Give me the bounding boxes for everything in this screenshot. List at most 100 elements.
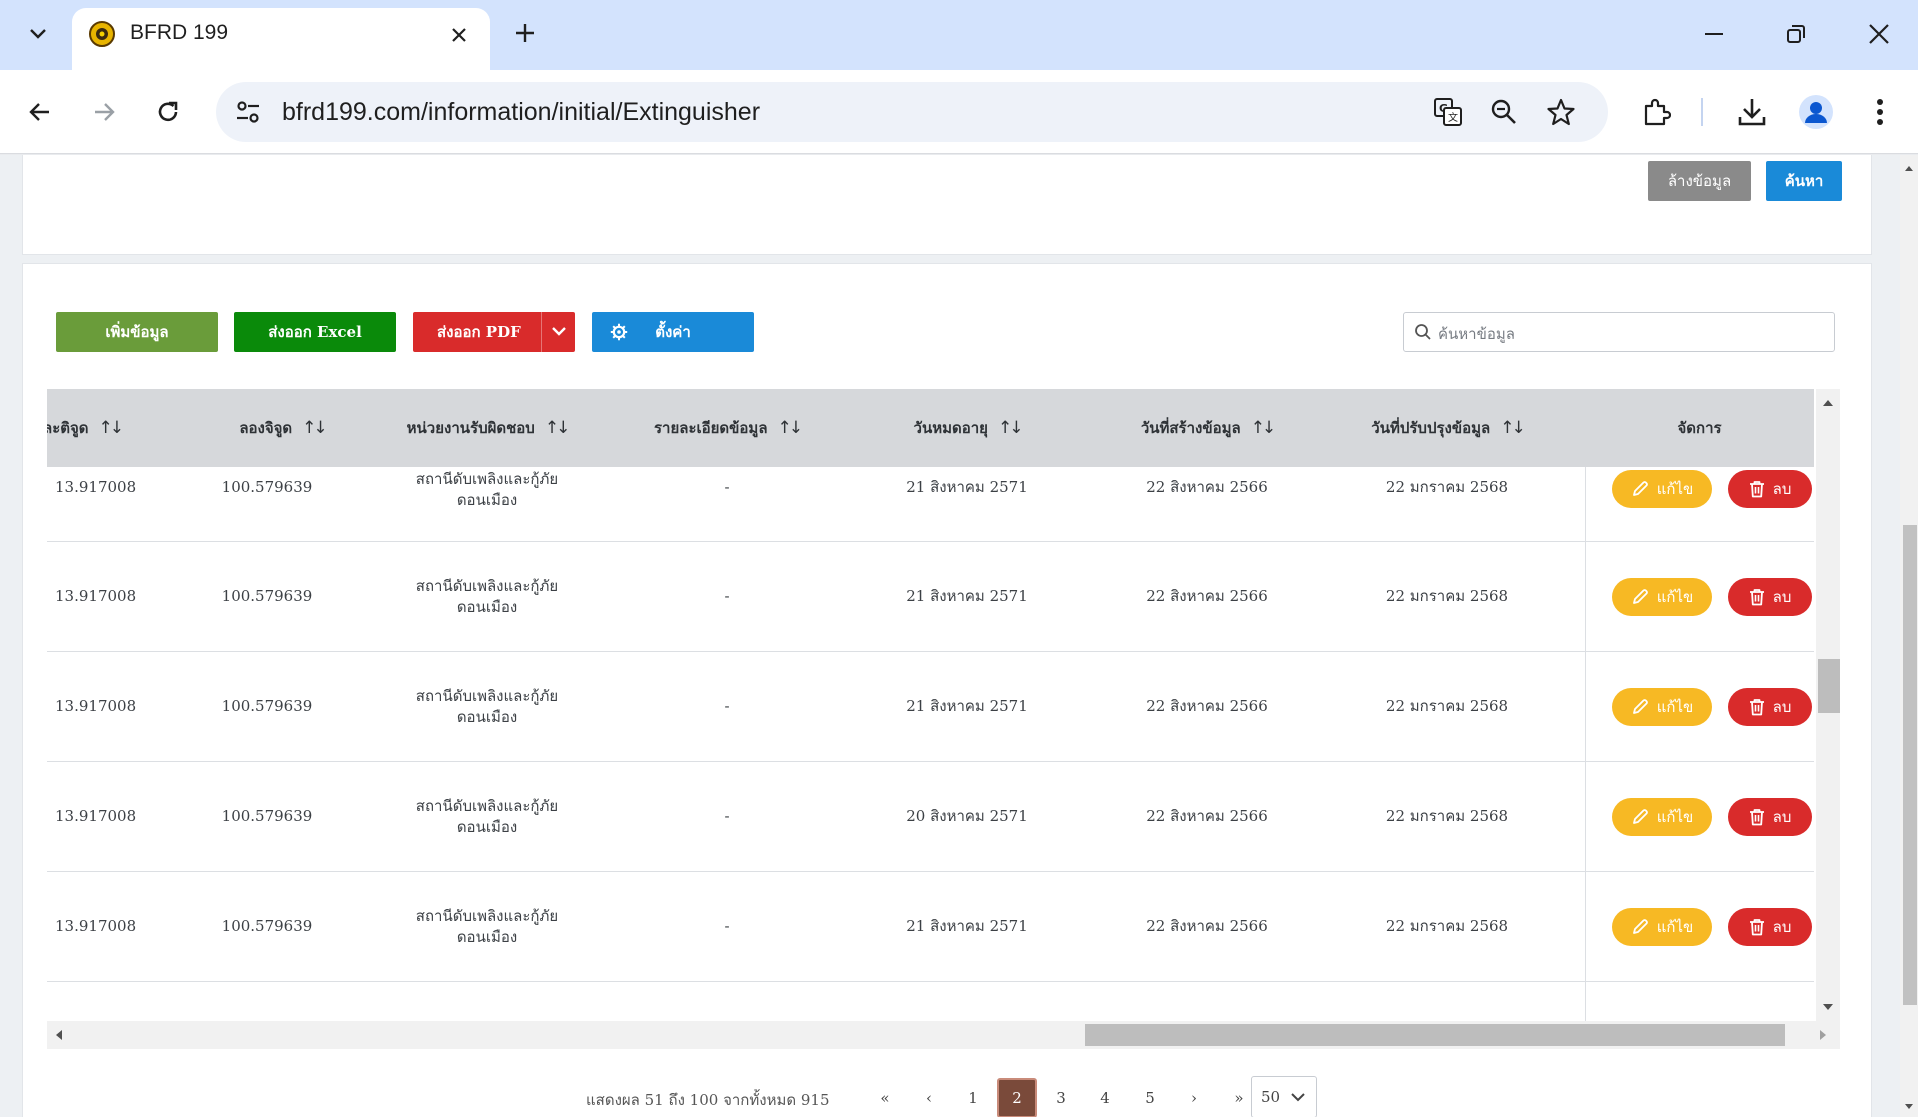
table-search-input[interactable]: ค้นหาข้อมูล — [1403, 312, 1835, 352]
delete-label: ลบ — [1772, 698, 1792, 716]
col-header-expire[interactable]: วันหมดอายุ ↑↓ — [847, 389, 1087, 467]
url-text[interactable]: bfrd199.com/information/initial/Extingui… — [282, 98, 760, 127]
clear-filter-button[interactable]: ล้างข้อมูล — [1648, 161, 1751, 201]
cell-agency-line1: สถานีดับเพลิงและกู้ภัย — [415, 470, 559, 488]
scroll-right-arrow-icon[interactable] — [1819, 1029, 1827, 1041]
cell-actions — [1585, 982, 1814, 1021]
trash-icon — [1749, 919, 1764, 936]
address-bar[interactable]: bfrd199.com/information/initial/Extingui… — [216, 82, 1608, 142]
sort-icon[interactable]: ↑↓ — [302, 418, 327, 438]
sort-icon[interactable]: ↑↓ — [1500, 418, 1525, 438]
delete-label: ลบ — [1772, 918, 1792, 936]
forward-icon[interactable] — [82, 90, 126, 134]
extensions-icon[interactable] — [1634, 90, 1678, 134]
download-icon[interactable] — [1730, 90, 1774, 134]
bookmark-star-icon[interactable] — [1543, 94, 1579, 130]
page-scroll-up-icon[interactable] — [1904, 165, 1914, 172]
table-row: 13.917008 100.579639 สถานีดับเพลิงและกู้ภั… — [47, 467, 1814, 542]
table-horizontal-scrollbar[interactable] — [47, 1021, 1840, 1049]
page-number-button[interactable]: 5 — [1130, 1078, 1170, 1117]
page-number-button[interactable]: 4 — [1085, 1078, 1125, 1117]
scroll-left-arrow-icon[interactable] — [55, 1029, 63, 1041]
zoom-icon[interactable] — [1486, 94, 1522, 130]
delete-button[interactable]: ลบ — [1728, 798, 1812, 836]
page-number-button-active[interactable]: 2 — [997, 1078, 1037, 1117]
search-button[interactable]: ค้นหา — [1766, 161, 1842, 201]
cell-agency: สถานีดับเพลิงและกู้ภัย ดอนเมือง — [367, 467, 607, 541]
close-window-icon[interactable] — [1857, 14, 1901, 54]
cell-expire-date: 20 สิงหาคม 2571 — [906, 807, 1028, 825]
cell-agency-line1: สถานีดับเพลิงและกู้ภัย — [415, 686, 559, 705]
sort-icon[interactable]: ↑↓ — [99, 418, 124, 438]
table-vertical-scrollbar-thumb[interactable] — [1818, 659, 1840, 713]
sort-icon[interactable]: ↑↓ — [1251, 418, 1276, 438]
back-icon[interactable] — [18, 90, 62, 134]
table-row: 13.917008 100.579639 สถานีดับเพลิงและกู้ภั… — [47, 652, 1814, 762]
col-header-longitude[interactable]: ลองจิจูด ↑↓ — [197, 389, 367, 467]
delete-label: ลบ — [1772, 588, 1792, 606]
table-horizontal-scrollbar-thumb[interactable] — [1085, 1024, 1785, 1046]
cell-longitude: 100.579639 — [221, 697, 313, 715]
page-number-button[interactable]: 1 — [953, 1078, 993, 1117]
col-header-latitude[interactable]: ละติจูด ↑↓ — [47, 389, 145, 467]
export-pdf-label: ส่งออก PDF — [437, 323, 521, 341]
col-header-created-label: วันที่สร้างข้อมูล — [1140, 419, 1241, 437]
tab-search-chevron-icon[interactable] — [18, 16, 58, 52]
cell-updated-date: 22 มกราคม 2568 — [1385, 587, 1509, 605]
new-tab-icon[interactable] — [508, 16, 542, 50]
col-header-updated[interactable]: วันที่ปรับปรุงข้อมูล ↑↓ — [1327, 389, 1567, 467]
delete-button[interactable]: ลบ — [1728, 908, 1812, 946]
delete-button[interactable]: ลบ — [1728, 470, 1812, 508]
page-first-button[interactable]: « — [865, 1078, 905, 1117]
cell-latitude: 13.917008 — [55, 697, 137, 715]
edit-button[interactable]: แก้ไข — [1612, 470, 1712, 508]
cell-detail: - — [724, 697, 730, 715]
col-header-detail[interactable]: รายละเอียดข้อมูล ↑↓ — [607, 389, 847, 467]
sort-icon[interactable]: ↑↓ — [998, 418, 1023, 438]
page-prev-button[interactable]: ‹ — [909, 1078, 949, 1117]
sort-icon[interactable]: ↑↓ — [545, 418, 570, 438]
page-number-button[interactable]: 3 — [1041, 1078, 1081, 1117]
delete-button[interactable]: ลบ — [1728, 688, 1812, 726]
browser-tab[interactable]: BFRD 199 — [72, 8, 490, 70]
table-row: 13.917008 100.579639 สถานีดับเพลิงและกู้ภั… — [47, 762, 1814, 872]
settings-button[interactable]: ตั้งค่า — [592, 312, 754, 352]
site-settings-icon[interactable] — [230, 94, 266, 130]
scroll-up-arrow-icon[interactable] — [1822, 399, 1834, 407]
reload-icon[interactable] — [146, 90, 190, 134]
export-pdf-button[interactable]: ส่งออก PDF — [413, 312, 575, 352]
translate-icon[interactable]: G文 — [1430, 94, 1466, 130]
cell-agency-line2: ดอนเมือง — [456, 817, 518, 836]
add-data-button[interactable]: เพิ่มข้อมูล — [56, 312, 218, 352]
scroll-down-arrow-icon[interactable] — [1822, 1003, 1834, 1011]
pagination-summary: แสดงผล 51 ถึง 100 จากทั้งหมด 915 — [586, 1091, 830, 1109]
cell-agency: สถานีดับเพลิงและกู้ภัย ดอนเมือง — [367, 542, 607, 651]
profile-avatar-icon[interactable] — [1794, 90, 1838, 134]
edit-button[interactable]: แก้ไข — [1612, 688, 1712, 726]
edit-button[interactable]: แก้ไข — [1612, 798, 1712, 836]
cell-created-date: 22 สิงหาคม 2566 — [1146, 807, 1268, 825]
delete-button[interactable]: ลบ — [1728, 578, 1812, 616]
export-excel-button[interactable]: ส่งออก Excel — [234, 312, 396, 352]
edit-button[interactable]: แก้ไข — [1612, 908, 1712, 946]
cell-updated-date: 22 มกราคม 2568 — [1385, 917, 1509, 935]
table-row-partial — [47, 982, 1814, 1021]
tab-close-icon[interactable] — [444, 20, 474, 50]
page-size-select[interactable]: 50 — [1251, 1076, 1317, 1117]
page-next-button[interactable]: › — [1174, 1078, 1214, 1117]
page-scroll-down-icon[interactable] — [1904, 1103, 1914, 1110]
edit-label: แก้ไข — [1656, 588, 1694, 606]
table-vertical-scrollbar[interactable] — [1816, 389, 1840, 1021]
browser-menu-icon[interactable] — [1858, 90, 1902, 134]
cell-agency-line2: ดอนเมือง — [456, 707, 518, 726]
minimize-icon[interactable] — [1692, 14, 1736, 54]
col-header-agency[interactable]: หน่วยงานรับผิดชอบ ↑↓ — [367, 389, 607, 467]
sort-icon[interactable]: ↑↓ — [778, 418, 803, 438]
page-vertical-scrollbar-thumb[interactable] — [1903, 525, 1917, 1005]
restore-icon[interactable] — [1774, 14, 1818, 54]
col-header-created[interactable]: วันที่สร้างข้อมูล ↑↓ — [1087, 389, 1327, 467]
edit-button[interactable]: แก้ไข — [1612, 578, 1712, 616]
page-vertical-scrollbar[interactable] — [1900, 155, 1918, 1117]
chevron-down-icon[interactable] — [551, 326, 567, 336]
cell-expire-date: 21 สิงหาคม 2571 — [906, 587, 1028, 605]
